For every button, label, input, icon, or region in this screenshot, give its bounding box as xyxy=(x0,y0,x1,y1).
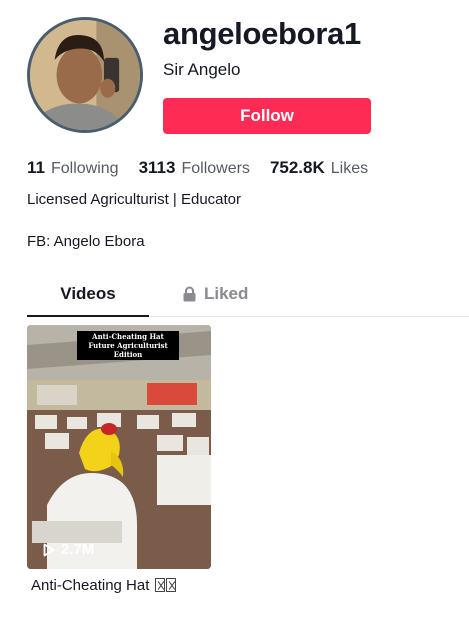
following-count: 11 xyxy=(27,158,45,177)
missing-glyph-icon xyxy=(154,578,165,592)
overlay-title-line1: Anti-Cheating Hat xyxy=(92,332,164,341)
tab-liked-label: Liked xyxy=(204,284,249,303)
followers-count: 3113 xyxy=(138,158,176,177)
video-overlay-title: Anti-Cheating Hat Future Agriculturist E… xyxy=(77,331,179,360)
likes-count: 752.8K xyxy=(269,158,325,177)
avatar[interactable] xyxy=(27,17,143,133)
video-caption[interactable]: Anti-Cheating Hat xyxy=(31,577,176,594)
username: angeloebora1 xyxy=(163,16,361,51)
following-label: Following xyxy=(50,160,119,177)
view-count-value: 2.7M xyxy=(61,541,95,558)
active-tab-indicator xyxy=(27,315,149,317)
tab-videos-label: Videos xyxy=(60,284,116,303)
likes-label: Likes xyxy=(330,160,369,177)
bio-fb-link-text: FB: Angelo Ebora xyxy=(27,233,145,250)
profile-stats: 11 Following 3113 Followers 752.8K Likes xyxy=(27,158,388,178)
tab-videos[interactable]: Videos xyxy=(27,284,149,304)
profile-tabs: Videos Liked xyxy=(27,280,469,317)
missing-glyph-icon xyxy=(165,578,176,592)
play-icon xyxy=(43,543,55,556)
lock-icon xyxy=(183,286,196,302)
video-thumbnail-image xyxy=(27,325,211,569)
overlay-title-line2: Future Agriculturist Edition xyxy=(88,341,168,359)
nickname: Sir Angelo xyxy=(163,60,241,79)
tab-liked[interactable]: Liked xyxy=(182,284,248,304)
video-thumbnail[interactable]: Anti-Cheating Hat Future Agriculturist E… xyxy=(27,325,211,569)
video-caption-text: Anti-Cheating Hat xyxy=(31,577,150,594)
avatar-photo xyxy=(30,20,140,130)
following-stat[interactable]: 11 Following xyxy=(27,158,119,178)
followers-stat[interactable]: 3113 Followers xyxy=(139,158,250,178)
followers-label: Followers xyxy=(181,160,250,177)
bio-text: Licensed Agriculturist | Educator xyxy=(27,191,242,208)
follow-button[interactable]: Follow xyxy=(163,98,371,134)
likes-stat: 752.8K Likes xyxy=(270,158,368,178)
video-view-count: 2.7M xyxy=(43,541,94,558)
